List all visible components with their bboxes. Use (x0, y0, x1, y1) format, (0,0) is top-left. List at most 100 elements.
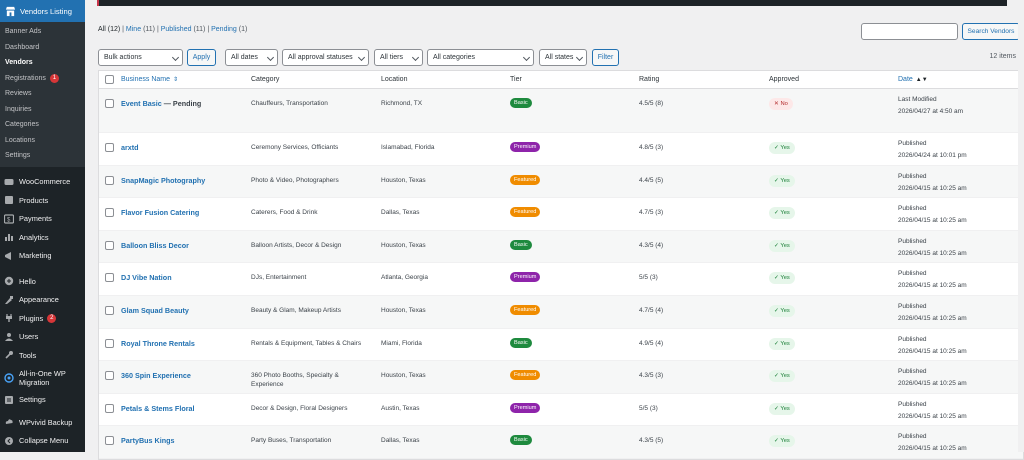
row-checkbox[interactable] (105, 305, 114, 315)
tier-badge: Basic (510, 435, 532, 446)
approval-badge[interactable]: ✕ No (769, 98, 793, 110)
sidebar-item-all-in-one-wp-migration[interactable]: All-in-One WP Migration (0, 365, 85, 391)
search-vendors-button[interactable]: Search Vendors (962, 23, 1020, 40)
vendor-category: Photo & Video, Photographers (251, 176, 339, 184)
tier-badge: Featured (510, 174, 541, 185)
sidebar-item-appearance[interactable]: Appearance (0, 291, 85, 310)
migration-icon (4, 372, 14, 383)
row-checkbox[interactable] (105, 175, 114, 185)
vendor-date: Last Modified 2026/04/27 at 4:50 am (898, 95, 963, 116)
row-checkbox[interactable] (105, 371, 114, 381)
status-link-mine[interactable]: Mine (11) (126, 26, 155, 33)
approval-badge[interactable]: ✓ Yes (769, 207, 795, 220)
status-link-published[interactable]: Published (11) (161, 26, 206, 33)
vendor-category: Party Buses, Transportation (251, 437, 332, 445)
submenu-item-vendors[interactable]: Vendors (0, 55, 85, 71)
approval-badge[interactable]: ✓ Yes (769, 142, 795, 154)
row-checkbox[interactable] (105, 403, 114, 413)
submenu-item-registrations[interactable]: Registrations 1 (0, 71, 85, 87)
submenu-item-inquiries[interactable]: Inquiries (0, 102, 85, 118)
vendor-name-link[interactable]: Balloon Bliss Decor (121, 241, 189, 250)
sidebar-item-payments[interactable]: $ Payments (0, 210, 85, 229)
apply-button[interactable]: Apply (187, 49, 216, 66)
woocommerce-icon (4, 177, 14, 187)
sidebar-item-users[interactable]: Users (0, 328, 85, 347)
sidebar-item-collapse-menu[interactable]: Collapse Menu (0, 432, 85, 451)
submenu-item-settings[interactable]: Settings (0, 148, 85, 164)
approval-badge[interactable]: ✓ Yes (769, 337, 795, 350)
sidebar-item-vendors-listing[interactable]: Vendors Listing (0, 0, 85, 22)
column-header-category: Category (251, 76, 280, 83)
approval-status-select[interactable]: All approval statuses (282, 49, 369, 66)
sidebar-item-label: Appearance (19, 295, 59, 305)
approval-badge[interactable]: ✓ Yes (769, 174, 795, 187)
sidebar-menu: WooCommerce Products $ Payments Analytics Mar… (0, 167, 85, 451)
categories-select[interactable]: All categories (427, 49, 534, 66)
row-checkbox[interactable] (105, 240, 114, 250)
sidebar-item-label: Users (19, 332, 39, 342)
vendor-name-link[interactable]: Glam Squad Beauty (121, 306, 189, 315)
table-row: Event Basic — Pending Chauffeurs, Transpo… (99, 89, 1023, 133)
vendor-name-link[interactable]: 360 Spin Experience (121, 371, 191, 380)
vendor-rating: 4.7/5 (4) (639, 306, 664, 314)
chevron-down-icon (575, 53, 584, 62)
approval-badge[interactable]: ✓ Yes (769, 272, 795, 285)
sidebar-item-analytics[interactable]: Analytics (0, 228, 85, 247)
table-row: 360 Spin Experience 360 Photo Booths, Spe… (99, 361, 1023, 394)
sidebar-item-tools[interactable]: Tools (0, 346, 85, 365)
states-select[interactable]: All states (539, 49, 587, 66)
vendor-location: Miami, Florida (381, 339, 422, 347)
sidebar-item-wpvivid-backup[interactable]: WPvivid Backup (0, 413, 85, 432)
sidebar-item-label: Tools (19, 350, 37, 360)
vendor-name-link[interactable]: Event Basic — Pending (121, 99, 201, 108)
approval-badge[interactable]: ✓ Yes (769, 370, 795, 383)
submenu-item-banner-ads[interactable]: Banner Ads (0, 24, 85, 40)
vendor-name-link[interactable]: arxtd (121, 143, 139, 152)
search-input[interactable] (861, 23, 958, 40)
approval-badge[interactable]: ✓ Yes (769, 304, 795, 317)
column-header-date[interactable]: Date ▲▼ (898, 71, 928, 88)
submenu-item-dashboard[interactable]: Dashboard (0, 40, 85, 56)
approval-badge[interactable]: ✓ Yes (769, 402, 795, 415)
sidebar-item-plugins[interactable]: Plugins 2 (0, 309, 85, 328)
column-header-business-name[interactable]: Business Name ⇕ (121, 71, 178, 88)
row-checkbox[interactable] (105, 99, 114, 108)
vendor-date: Published 2026/04/24 at 10:01 pm (898, 139, 967, 160)
marketing-icon (4, 251, 14, 261)
row-checkbox[interactable] (105, 208, 114, 218)
select-all-checkbox[interactable] (105, 75, 114, 84)
filter-button[interactable]: Filter (592, 49, 619, 66)
approval-badge[interactable]: ✓ Yes (769, 435, 795, 448)
submenu-item-locations[interactable]: Locations (0, 133, 85, 149)
sidebar-item-settings[interactable]: Settings (0, 391, 85, 410)
row-checkbox[interactable] (105, 338, 114, 348)
vendor-name-link[interactable]: Flavor Fusion Catering (121, 208, 199, 217)
vendor-name-link[interactable]: DJ Vibe Nation (121, 273, 172, 282)
bulk-actions-select[interactable]: Bulk actions (98, 49, 183, 66)
row-checkbox[interactable] (105, 273, 114, 283)
scrollbar[interactable] (1018, 0, 1024, 452)
approval-badge[interactable]: ✓ Yes (769, 239, 795, 252)
date-value: 2026/04/15 at 10:25 am (898, 314, 967, 322)
sidebar-item-products[interactable]: Products (0, 191, 85, 210)
vendor-name-link[interactable]: Petals & Stems Floral (121, 404, 195, 413)
vendor-date: Published 2026/04/15 at 10:25 am (898, 400, 967, 421)
submenu-item-categories[interactable]: Categories (0, 117, 85, 133)
row-checkbox[interactable] (105, 143, 114, 152)
sidebar-item-marketing[interactable]: Marketing (0, 247, 85, 266)
dates-select[interactable]: All dates (225, 49, 278, 66)
status-link-pending[interactable]: Pending (1) (211, 26, 247, 33)
status-link-all[interactable]: All (12) (98, 26, 120, 33)
vendor-category: Chauffeurs, Transportation (251, 100, 328, 107)
vendor-name-link[interactable]: PartyBus Kings (121, 436, 175, 445)
vendor-location: Houston, Texas (381, 306, 426, 314)
vendor-location: Dallas, Texas (381, 437, 420, 445)
sidebar-item-hello[interactable]: Hello (0, 272, 85, 291)
vendor-name-link[interactable]: Royal Throne Rentals (121, 339, 195, 348)
tiers-select[interactable]: All tiers (374, 49, 423, 66)
tools-icon (4, 350, 14, 360)
sidebar-item-woocommerce[interactable]: WooCommerce (0, 173, 85, 192)
vendor-name-link[interactable]: SnapMagic Photography (121, 176, 205, 185)
row-checkbox[interactable] (105, 436, 114, 446)
submenu-item-reviews[interactable]: Reviews (0, 86, 85, 102)
